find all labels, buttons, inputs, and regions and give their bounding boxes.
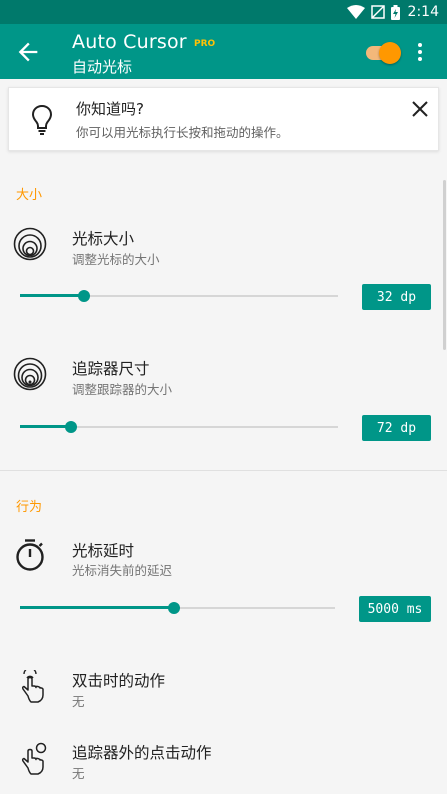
concentric-circles-icon	[13, 227, 47, 261]
section-header-behavior: 行为	[16, 500, 43, 515]
double-tap-action-summary: 无	[72, 694, 85, 709]
status-icons: 2:14	[346, 3, 439, 21]
more-vert-icon	[418, 43, 422, 61]
slider-fill	[20, 294, 84, 297]
slider-fill	[20, 606, 175, 609]
toggle-thumb	[379, 42, 401, 64]
tip-title: 你知道吗?	[76, 100, 144, 118]
tip-text: 你可以用光标执行长按和拖动的操作。	[76, 125, 289, 140]
tip-card: 你知道吗? 你可以用光标执行长按和拖动的操作。	[8, 87, 439, 151]
tracker-size-title: 追踪器尺寸	[72, 360, 150, 378]
lightbulb-icon	[31, 104, 53, 135]
battery-charging-icon	[390, 4, 400, 20]
double-tap-hand-icon	[21, 670, 44, 703]
slider-thumb[interactable]	[77, 290, 90, 302]
tracker-size-slider[interactable]	[20, 417, 338, 437]
tap-outside-hand-icon	[21, 742, 47, 775]
close-icon	[412, 101, 428, 117]
tip-close-button[interactable]	[409, 98, 431, 120]
arrow-back-icon	[18, 42, 38, 62]
cursor-size-value[interactable]: 32 dp	[362, 284, 431, 310]
status-time: 2:14	[407, 4, 439, 20]
double-tap-action-title: 双击时的动作	[72, 672, 166, 690]
slider-thumb[interactable]	[168, 602, 181, 614]
back-button[interactable]	[14, 38, 42, 66]
app-bar: Auto Cursor PRO 自动光标	[0, 24, 447, 79]
slider-fill	[20, 425, 71, 428]
cursor-delay-summary: 光标消失前的延迟	[72, 563, 173, 578]
cursor-size-slider[interactable]	[20, 286, 338, 306]
outside-tap-action-title: 追踪器外的点击动作	[72, 744, 212, 762]
no-signal-icon	[370, 5, 385, 19]
app-subtitle: 自动光标	[72, 58, 133, 76]
cursor-delay-value[interactable]: 5000 ms	[359, 596, 431, 622]
master-toggle[interactable]	[366, 40, 402, 64]
overflow-menu-button[interactable]	[414, 40, 426, 64]
stopwatch-icon	[16, 539, 44, 571]
section-header-size: 大小	[16, 188, 43, 203]
cursor-size-summary: 调整光标的大小	[72, 252, 160, 267]
outside-tap-action-summary: 无	[72, 766, 85, 781]
scrollbar[interactable]	[443, 180, 446, 350]
app-title: Auto Cursor	[72, 31, 187, 53]
cursor-delay-slider[interactable]	[20, 598, 335, 618]
cursor-size-title: 光标大小	[72, 230, 135, 248]
status-bar: 2:14	[0, 0, 447, 24]
tracker-icon	[13, 357, 47, 391]
tracker-size-value[interactable]: 72 dp	[362, 415, 431, 441]
section-divider	[0, 470, 447, 471]
cursor-delay-title: 光标延时	[72, 542, 135, 560]
tracker-size-summary: 调整跟踪器的大小	[72, 382, 173, 397]
wifi-icon	[346, 5, 365, 19]
slider-thumb[interactable]	[64, 421, 77, 433]
pro-badge: PRO	[194, 39, 216, 49]
